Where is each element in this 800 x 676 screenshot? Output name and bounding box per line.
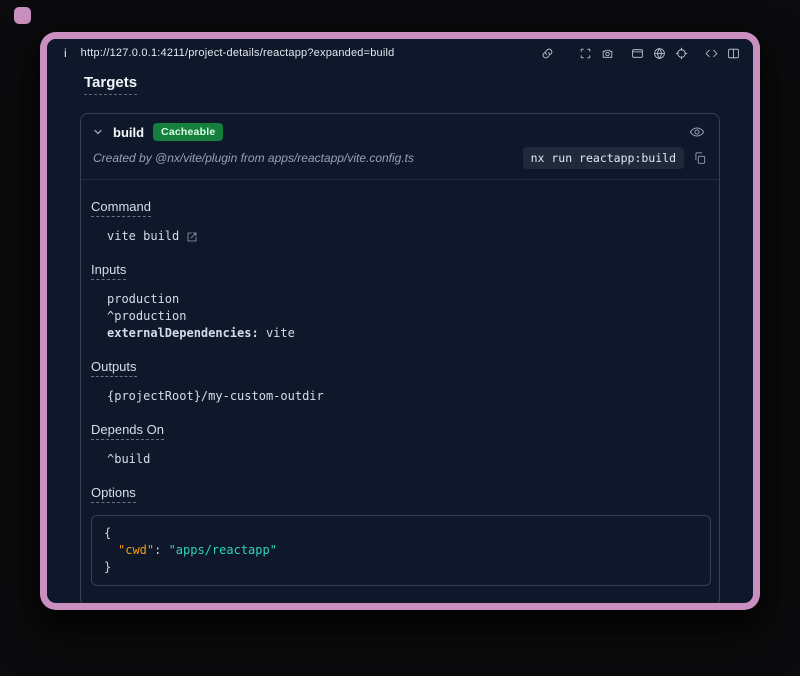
depends-on-item: ^build [107,451,711,468]
target-name: build [113,125,144,140]
depends-on-list: ^build [107,451,711,468]
input-item: ^production [107,308,711,325]
open-command-button[interactable] [186,231,198,243]
columns-layout-icon[interactable] [727,47,740,60]
json-cwd-line: "cwd": "apps/reactapp" [104,542,698,559]
page-content: Targets build Cacheable Created by @nx/v… [47,67,753,603]
external-deps-value: vite [259,326,295,340]
build-sections: Command vite build Inputs production ^pr… [81,180,719,603]
json-open-brace: { [104,525,698,542]
eye-icon [689,124,705,140]
section-inputs: Inputs production ^production externalDe… [91,261,711,342]
titlebar: i http://127.0.0.1:4211/project-details/… [47,39,753,67]
chevron-down-icon[interactable] [92,126,104,138]
section-depends-on: Depends On ^build [91,421,711,468]
view-target-button[interactable] [687,122,707,142]
created-by-text: Created by @nx/vite/plugin from apps/rea… [93,151,414,165]
build-card-subheader: Created by @nx/vite/plugin from apps/rea… [81,146,719,180]
section-command: Command vite build [91,198,711,245]
json-value: "apps/reactapp" [169,543,277,557]
command-row: vite build [107,228,711,245]
corner-accent-square [14,7,31,24]
link-icon[interactable] [541,47,554,60]
titlebar-actions [541,47,740,60]
outputs-list: {projectRoot}/my-custom-outdir [107,388,711,405]
command-label[interactable]: Command [91,199,151,217]
depends-on-label[interactable]: Depends On [91,422,164,440]
copy-command-button[interactable] [693,151,707,165]
page-title: Targets [84,67,720,95]
section-options: Options {"cwd": "apps/reactapp"} [91,484,711,586]
window-inner: i http://127.0.0.1:4211/project-details/… [47,39,753,603]
cacheable-badge[interactable]: Cacheable [153,123,223,141]
window-icon[interactable] [631,47,644,60]
external-deps-key: externalDependencies: [107,326,259,340]
outputs-label[interactable]: Outputs [91,359,137,377]
inputs-label[interactable]: Inputs [91,262,126,280]
json-key: "cwd" [118,543,154,557]
run-command-chip: nx run reactapp:build [523,147,684,169]
app-window: i http://127.0.0.1:4211/project-details/… [40,32,760,610]
copy-icon [693,151,707,165]
camera-icon[interactable] [601,47,614,60]
inputs-list: production ^production externalDependenc… [107,291,711,342]
section-outputs: Outputs {projectRoot}/my-custom-outdir [91,358,711,405]
info-icon[interactable]: i [64,46,67,60]
output-item: {projectRoot}/my-custom-outdir [107,388,711,405]
code-icon[interactable] [705,47,718,60]
json-colon: : [154,543,168,557]
crosshair-icon[interactable] [675,47,688,60]
json-close-brace: } [104,559,698,576]
input-item: production [107,291,711,308]
options-label[interactable]: Options [91,485,136,503]
build-card-header[interactable]: build Cacheable [81,114,719,146]
frame-capture-icon[interactable] [579,47,592,60]
input-item-external-deps: externalDependencies: vite [107,325,711,342]
command-value: vite build [107,228,179,245]
options-code-block: {"cwd": "apps/reactapp"} [91,515,711,586]
external-link-icon [186,231,198,243]
address-url[interactable]: http://127.0.0.1:4211/project-details/re… [81,47,395,59]
globe-icon[interactable] [653,47,666,60]
target-card-build: build Cacheable Created by @nx/vite/plug… [80,113,720,603]
